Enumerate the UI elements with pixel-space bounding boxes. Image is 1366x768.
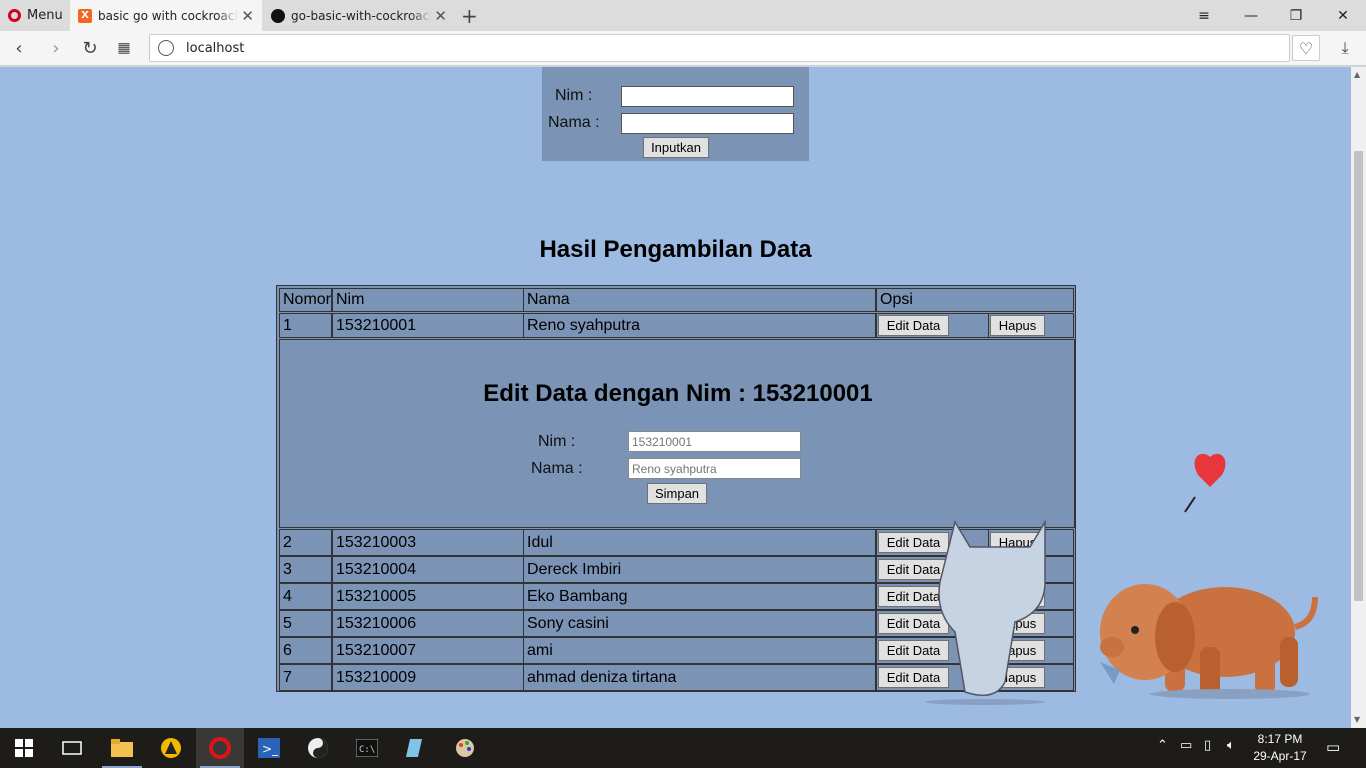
close-tab-icon[interactable]: ✕	[434, 7, 447, 25]
reload-icon[interactable]: ↻	[77, 36, 103, 60]
clock-time: 8:17 PM	[1257, 732, 1303, 746]
url-field[interactable]: localhost	[149, 34, 1290, 62]
cat-illustration	[925, 519, 1046, 705]
simpan-button[interactable]: Simpan	[647, 483, 707, 504]
forward-icon[interactable]: ›	[43, 36, 69, 60]
row-1-delete-cell: Hapus	[988, 313, 1074, 338]
column-header-opsi: Opsi	[876, 288, 1074, 312]
tab-basic-go[interactable]: X basic go with cockroachDB ✕	[70, 0, 262, 31]
row-2-nama: Idul	[523, 529, 876, 556]
row-1-nim: 153210001	[332, 313, 524, 338]
row-7-nomor: 7	[279, 664, 332, 691]
bookmark-heart-icon[interactable]: ♡	[1292, 35, 1320, 61]
volume-icon[interactable]: 🔈︎	[1227, 738, 1235, 753]
row-3-nomor: 3	[279, 556, 332, 583]
page-scrollbar[interactable]: ▲ ▼	[1351, 67, 1366, 728]
opera-menu-button[interactable]: Menu	[4, 0, 66, 31]
tab-title: basic go with cockroachDB	[98, 8, 238, 23]
edit-nama-label: Nama :	[531, 460, 583, 477]
row-3-nim: 153210004	[332, 556, 524, 583]
back-icon[interactable]: ‹	[6, 36, 32, 60]
row-4-nim: 153210005	[332, 583, 524, 610]
opera-logo-icon	[8, 9, 21, 22]
xampp-favicon-icon: X	[78, 8, 92, 23]
app-yin-yang-icon[interactable]	[294, 728, 342, 768]
row-6-nama: ami	[523, 637, 876, 664]
heart-icon	[1194, 453, 1226, 487]
paint-icon[interactable]	[441, 728, 489, 768]
hapus-button[interactable]: Hapus	[990, 315, 1045, 336]
row-4-nama: Eko Bambang	[523, 583, 876, 610]
row-6-nomor: 6	[279, 637, 332, 664]
column-header-nomor: Nomor	[279, 288, 332, 312]
results-title: Hasil Pengambilan Data	[539, 236, 812, 263]
row-1-nama: Reno syahputra	[523, 313, 876, 338]
edit-data-button[interactable]: Edit Data	[878, 315, 949, 336]
edit-nim-input[interactable]	[628, 431, 801, 452]
tab-bar: Menu X basic go with cockroachDB ✕ go-ba…	[0, 0, 1366, 31]
svg-text:>_: >_	[262, 742, 279, 756]
network-icon[interactable]: ▭	[1180, 738, 1192, 753]
scrollbar-thumb[interactable]	[1354, 151, 1363, 601]
inputkan-button[interactable]: Inputkan	[643, 137, 709, 158]
vlc-icon[interactable]	[147, 728, 195, 768]
command-prompt-icon[interactable]: C:\	[343, 728, 391, 768]
row-2-nomor: 2	[279, 529, 332, 556]
menu-label: Menu	[27, 8, 63, 23]
row-1-edit-cell: Edit Data	[876, 313, 989, 338]
svg-text:C:\: C:\	[359, 745, 375, 755]
speed-dial-icon[interactable]: ▦	[111, 36, 137, 60]
restore-icon[interactable]: ❐	[1273, 0, 1319, 31]
edit-nama-input[interactable]	[628, 458, 801, 479]
clock-date: 29-Apr-17	[1253, 749, 1307, 763]
windows-start-icon[interactable]	[0, 728, 48, 768]
new-tab-icon[interactable]: +	[461, 4, 478, 28]
row-5-nama: Sony casini	[523, 610, 876, 637]
row-2-nim: 153210003	[332, 529, 524, 556]
show-hidden-icons-icon[interactable]: ⌃	[1157, 738, 1168, 753]
github-favicon-icon	[271, 8, 285, 23]
column-header-nim: Nim	[332, 288, 524, 312]
puppy-illustration	[1100, 453, 1318, 699]
row-1-nomor: 1	[279, 313, 332, 338]
windows-taskbar: >_ C:\ ⌃ ▭ ▯ 🔈︎ 8:17 PM 29-Apr-17 ▭	[0, 728, 1366, 768]
notepad-icon[interactable]	[392, 728, 440, 768]
tab-github[interactable]: go-basic-with-cockroachDB ✕	[263, 0, 455, 31]
row-6-nim: 153210007	[332, 637, 524, 664]
url-text: localhost	[186, 40, 245, 56]
row-5-nomor: 5	[279, 610, 332, 637]
edit-title: Edit Data dengan Nim : 153210001	[483, 380, 873, 407]
nama-label: Nama :	[548, 114, 600, 131]
download-icon[interactable]: ⤓	[1331, 35, 1359, 61]
nim-label: Nim :	[555, 87, 593, 104]
row-4-nomor: 4	[279, 583, 332, 610]
file-explorer-icon[interactable]	[98, 728, 146, 768]
powershell-icon[interactable]: >_	[245, 728, 293, 768]
edit-nim-label: Nim :	[538, 433, 576, 450]
task-view-icon[interactable]	[48, 728, 96, 768]
nim-input[interactable]	[621, 86, 794, 107]
row-7-nim: 153210009	[332, 664, 524, 691]
close-tab-icon[interactable]: ✕	[241, 7, 254, 25]
globe-icon	[158, 40, 174, 56]
tab-title: go-basic-with-cockroachDB	[291, 8, 431, 23]
address-bar: ‹ › ↻ ▦ localhost ♡ ⤓	[0, 31, 1366, 66]
row-5-nim: 153210006	[332, 610, 524, 637]
close-window-icon[interactable]: ✕	[1320, 0, 1366, 31]
page-viewport: Nim : Nama : Inputkan Hasil Pengambilan …	[0, 67, 1351, 728]
nama-input[interactable]	[621, 113, 794, 134]
column-header-nama: Nama	[523, 288, 876, 312]
tab-menu-icon[interactable]: ≡	[1181, 0, 1227, 31]
row-7-nama: ahmad deniza tirtana	[523, 664, 876, 691]
opera-taskbar-icon[interactable]	[196, 728, 244, 768]
notifications-icon[interactable]: ▭	[1326, 738, 1340, 756]
minimize-icon[interactable]: —	[1228, 0, 1274, 31]
edit-panel: Edit Data dengan Nim : 153210001 Nim : N…	[279, 339, 1075, 528]
row-3-nama: Dereck Imbiri	[523, 556, 876, 583]
battery-icon[interactable]: ▯	[1204, 738, 1211, 753]
input-form: Nim : Nama : Inputkan	[542, 67, 809, 161]
system-clock[interactable]: 8:17 PM 29-Apr-17	[1248, 731, 1312, 765]
